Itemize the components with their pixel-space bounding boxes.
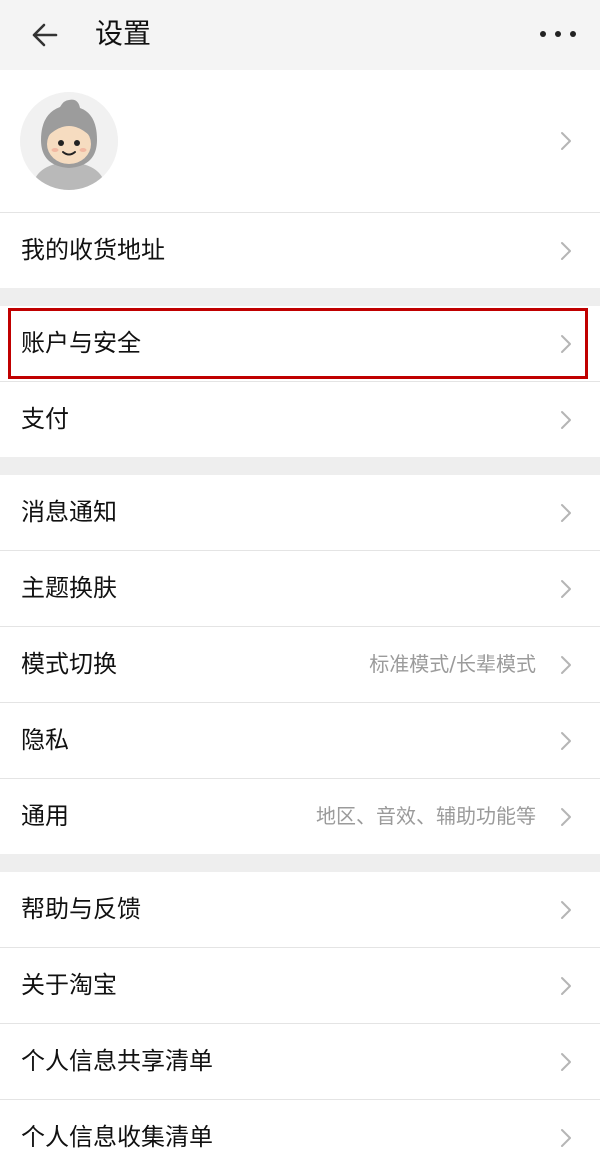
- chevron-right-icon: [561, 132, 571, 150]
- preferences-group: 消息通知 主题换肤 模式切换 标准模式/长辈模式 隐私 通用 地区、音效、辅助功…: [0, 475, 600, 854]
- info-sharing-label: 个人信息共享清单: [21, 1047, 213, 1075]
- chevron-right-icon: [561, 732, 571, 750]
- payment-label: 支付: [21, 405, 69, 433]
- account-security-label: 账户与安全: [21, 329, 141, 357]
- general-row[interactable]: 通用 地区、音效、辅助功能等: [0, 779, 600, 854]
- theme-row[interactable]: 主题换肤: [0, 551, 600, 627]
- general-label: 通用: [21, 802, 69, 830]
- general-hint: 地区、音效、辅助功能等: [316, 804, 536, 828]
- profile-row[interactable]: [0, 70, 600, 213]
- mode-switch-row[interactable]: 模式切换 标准模式/长辈模式: [0, 627, 600, 703]
- about-taobao-row[interactable]: 关于淘宝: [0, 948, 600, 1024]
- section-divider: [0, 288, 600, 306]
- avatar: [20, 92, 118, 190]
- chevron-right-icon: [561, 977, 571, 995]
- chevron-right-icon: [561, 901, 571, 919]
- section-divider: [0, 457, 600, 475]
- chevron-right-icon: [561, 504, 571, 522]
- help-feedback-row[interactable]: 帮助与反馈: [0, 872, 600, 948]
- privacy-row[interactable]: 隐私: [0, 703, 600, 779]
- profile-group: 我的收货地址: [0, 70, 600, 288]
- chevron-right-icon: [561, 656, 571, 674]
- theme-label: 主题换肤: [21, 574, 117, 602]
- section-divider: [0, 854, 600, 872]
- notifications-row[interactable]: 消息通知: [0, 475, 600, 551]
- page-title: 设置: [95, 17, 152, 50]
- mode-switch-label: 模式切换: [21, 650, 117, 678]
- address-label: 我的收货地址: [21, 236, 165, 264]
- chevron-right-icon: [561, 1129, 571, 1147]
- info-sharing-row[interactable]: 个人信息共享清单: [0, 1024, 600, 1100]
- chevron-right-icon: [561, 808, 571, 826]
- chevron-right-icon: [561, 335, 571, 353]
- address-row[interactable]: 我的收货地址: [0, 213, 600, 288]
- chevron-right-icon: [561, 580, 571, 598]
- privacy-label: 隐私: [21, 726, 69, 754]
- mode-switch-hint: 标准模式/长辈模式: [369, 652, 536, 676]
- more-options-icon[interactable]: [540, 28, 576, 40]
- account-group: 账户与安全 支付: [0, 306, 600, 457]
- info-collection-row[interactable]: 个人信息收集清单: [0, 1100, 600, 1175]
- chevron-right-icon: [561, 242, 571, 260]
- chevron-right-icon: [561, 1053, 571, 1071]
- top-bar: 设置: [0, 0, 600, 70]
- notifications-label: 消息通知: [21, 498, 117, 526]
- payment-row[interactable]: 支付: [0, 382, 600, 457]
- account-security-row[interactable]: 账户与安全: [0, 306, 600, 382]
- info-collection-label: 个人信息收集清单: [21, 1123, 213, 1151]
- avatar-character-icon: [20, 92, 118, 190]
- help-feedback-label: 帮助与反馈: [21, 895, 141, 923]
- back-arrow-icon[interactable]: [28, 20, 64, 50]
- about-taobao-label: 关于淘宝: [21, 971, 117, 999]
- chevron-right-icon: [561, 411, 571, 429]
